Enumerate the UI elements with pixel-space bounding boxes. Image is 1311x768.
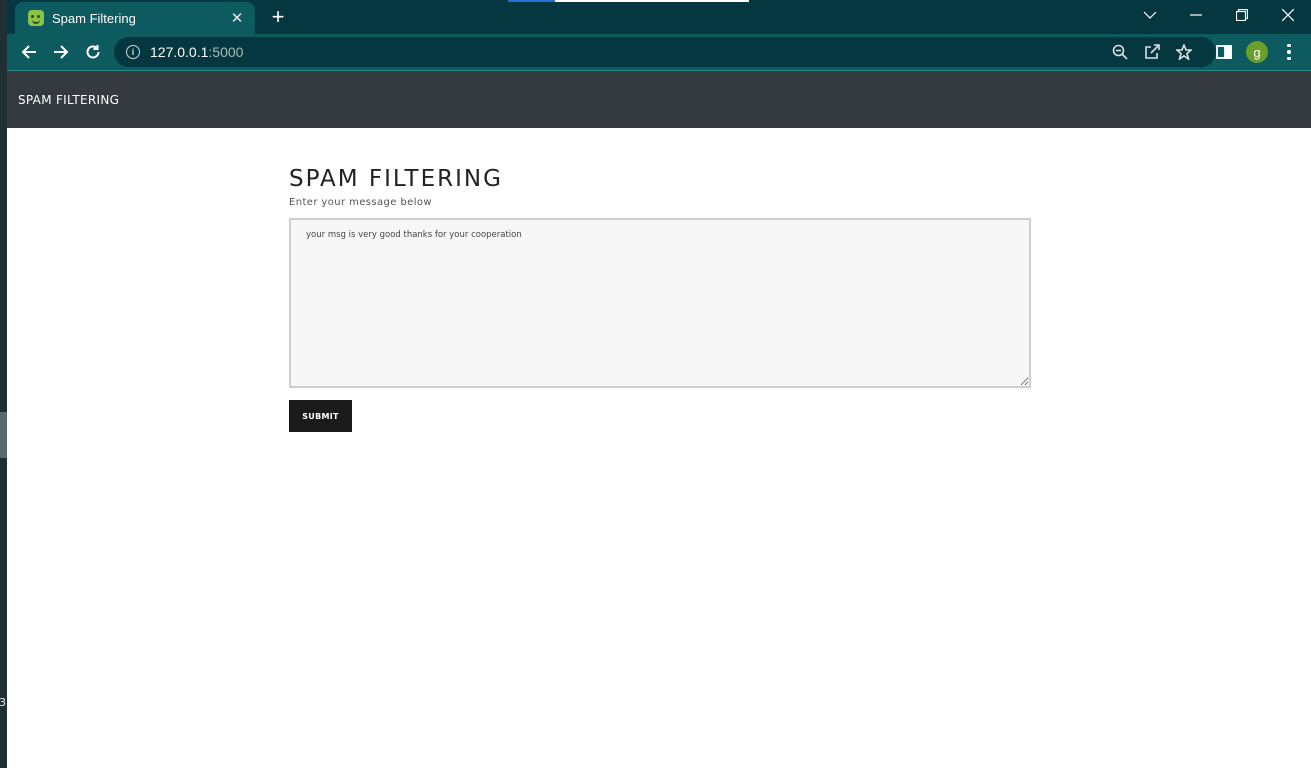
tab-strip: Spam Filtering ✕ + <box>7 0 1311 34</box>
address-bar[interactable]: i 127.0.0.1:5000 <box>114 37 1216 67</box>
forward-icon[interactable] <box>48 39 74 65</box>
site-navbar: SPAM FILTERING <box>7 71 1311 128</box>
zoom-icon[interactable] <box>1112 44 1128 60</box>
page-subtitle: Enter your message below <box>289 197 432 208</box>
browser-toolbar: i 127.0.0.1:5000 g <box>7 34 1311 71</box>
submit-button[interactable]: SUBMIT <box>289 400 352 432</box>
left-window-edge: 3 <box>0 0 7 768</box>
url-port: :5000 <box>208 44 244 60</box>
tab-search-chevron-icon[interactable] <box>1127 0 1173 30</box>
message-input[interactable]: your msg is very good thanks for your co… <box>289 218 1031 388</box>
restore-button[interactable] <box>1219 0 1265 30</box>
new-tab-button[interactable]: + <box>267 6 289 28</box>
info-icon[interactable]: i <box>126 45 140 59</box>
minimize-button[interactable] <box>1173 0 1219 30</box>
tab-close-icon[interactable]: ✕ <box>229 9 245 27</box>
bookmark-star-icon[interactable] <box>1174 42 1194 61</box>
profile-avatar[interactable]: g <box>1246 41 1268 63</box>
back-icon[interactable] <box>16 39 42 65</box>
tab-title: Spam Filtering <box>52 10 136 26</box>
menu-icon[interactable] <box>1284 42 1294 62</box>
tab-active[interactable]: Spam Filtering ✕ <box>15 2 255 34</box>
main-content: SPAM FILTERING Enter your message below … <box>289 166 1031 432</box>
share-icon[interactable] <box>1144 44 1160 60</box>
scroll-marker <box>0 412 7 458</box>
edge-glyph: 3 <box>0 696 6 709</box>
web-page: SPAM FILTERING SPAM FILTERING Enter your… <box>7 71 1311 768</box>
smiley-favicon-icon <box>28 10 44 26</box>
page-title: SPAM FILTERING <box>289 166 503 192</box>
reload-icon[interactable] <box>80 39 106 65</box>
url-host: 127.0.0.1 <box>150 44 209 60</box>
side-panel-icon[interactable] <box>1215 43 1233 61</box>
navbar-brand[interactable]: SPAM FILTERING <box>18 93 119 107</box>
loading-bar-progress <box>508 0 555 2</box>
close-window-button[interactable] <box>1265 0 1311 30</box>
